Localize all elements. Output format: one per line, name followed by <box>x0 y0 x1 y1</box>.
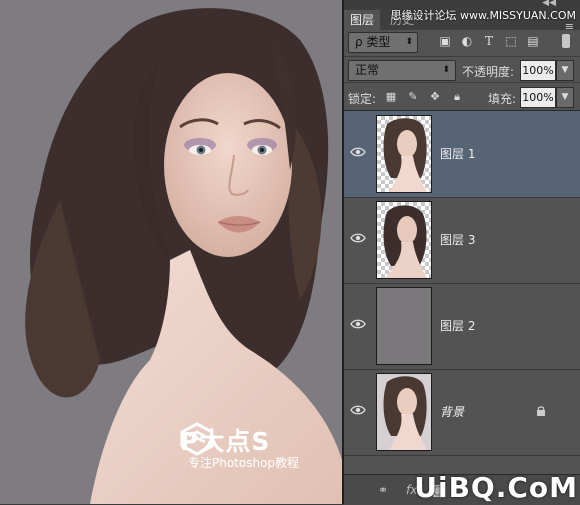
watermark-subtitle: 专注Photoshop教程 <box>188 456 300 470</box>
blend-mode-select[interactable]: 正常 ⬍ <box>348 60 456 81</box>
chevron-updown-icon: ⬍ <box>442 65 450 75</box>
lock-position-icon[interactable]: ✥ <box>428 90 442 104</box>
opacity-input[interactable]: 100% <box>520 60 556 81</box>
adjustment-filter-icon[interactable]: ◐ <box>460 34 474 48</box>
canvas-watermark: P大点S <box>180 422 270 458</box>
chevron-updown-icon: ⬍ <box>405 37 413 47</box>
filter-kind-label: ρ 类型 <box>355 35 391 49</box>
layer-thumbnail <box>376 115 432 193</box>
layer-name: 图层 3 <box>440 233 476 247</box>
smart-object-filter-icon[interactable]: ▤ <box>526 34 540 48</box>
fill-input[interactable]: 100% <box>520 87 556 108</box>
shape-filter-icon[interactable]: ⬚ <box>504 34 518 48</box>
eye-icon[interactable] <box>350 317 366 331</box>
document-canvas[interactable]: P大点S 专注Photoshop教程 <box>0 0 342 504</box>
layer-name: 背景 <box>440 405 465 419</box>
layer-thumbnail <box>376 373 432 451</box>
site-logo-icon <box>180 422 214 456</box>
eye-icon[interactable] <box>350 231 366 245</box>
lock-brush-icon[interactable]: ✎ <box>406 90 420 104</box>
blend-row: 正常 ⬍ 不透明度: 100% ▼ <box>344 56 580 83</box>
lock-label: 锁定: <box>348 92 377 106</box>
layers-list: 图层 1 图层 3 图层 2 背景 <box>344 110 580 475</box>
lock-icon <box>537 406 545 416</box>
pixel-filter-icon[interactable]: ▣ <box>438 34 452 48</box>
lock-all-icon[interactable]: 🔒︎ <box>450 90 464 104</box>
lock-transparent-icon[interactable]: ▦ <box>384 90 398 104</box>
tab-layers[interactable]: 图层 <box>344 10 381 30</box>
layer-row-background[interactable]: 背景 <box>344 369 580 456</box>
blend-mode-value: 正常 <box>355 63 380 77</box>
watermark-bottom: UiBQ.CoM <box>414 471 578 504</box>
type-filter-icon[interactable]: T <box>482 34 496 48</box>
watermark-top: 思缘设计论坛 www.MISSYUAN.COM <box>390 9 576 22</box>
filter-row: ρ 类型 ⬍ ▣ ◐ T ⬚ ▤ <box>344 30 580 56</box>
portrait-image <box>25 8 342 504</box>
fill-label: 填充: <box>488 92 517 106</box>
eye-icon[interactable] <box>350 403 366 417</box>
lock-row: 锁定: ▦ ✎ ✥ 🔒︎ 填充: 100% ▼ <box>344 82 580 111</box>
opacity-label: 不透明度: <box>462 65 515 79</box>
layer-row-2[interactable]: 图层 2 <box>344 283 580 370</box>
filter-kind-select[interactable]: ρ 类型 ⬍ <box>348 32 418 53</box>
layer-row-1[interactable]: 图层 1 <box>344 111 580 198</box>
layer-name: 图层 2 <box>440 319 476 333</box>
filter-toggle[interactable] <box>562 34 570 48</box>
fill-dropdown-icon[interactable]: ▼ <box>556 87 574 108</box>
link-layers-icon[interactable]: ⚭ <box>378 483 388 497</box>
layer-row-3[interactable]: 图层 3 <box>344 197 580 284</box>
layer-name: 图层 1 <box>440 147 476 161</box>
layer-thumbnail <box>376 201 432 279</box>
layers-panel: ◀◀ 图层 历史 ≡ ρ 类型 ⬍ ▣ ◐ T ⬚ ▤ 正常 ⬍ 不透明度: 1… <box>344 0 580 505</box>
eye-icon[interactable] <box>350 145 366 159</box>
layer-thumbnail <box>376 287 432 365</box>
opacity-dropdown-icon[interactable]: ▼ <box>556 60 574 81</box>
